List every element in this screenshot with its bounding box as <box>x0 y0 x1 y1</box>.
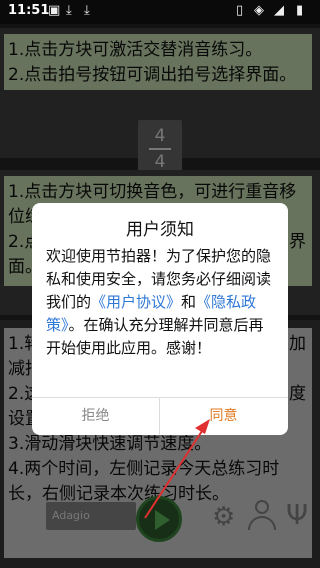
dialog-body-and: 和 <box>181 293 197 311</box>
user-agreement-link[interactable]: 《用户协议》 <box>91 293 181 311</box>
status-time: 11:51 <box>8 3 50 18</box>
dialog-body: 欢迎使用节拍器！为了保护您的隐私和使用安全，请您务必仔细阅读我们的《用户协议》和… <box>46 245 276 360</box>
app-screen: 11:51 ▣ ⤓ ⤓ ▯ ◈ ◢ ▮ 1.点击方块可激活交替消音练习。 2.点… <box>0 0 320 568</box>
battery-icon: ▮ <box>296 3 304 18</box>
signal-icon: ◢ <box>274 3 284 18</box>
user-notice-dialog: 用户须知 欢迎使用节拍器！为了保护您的隐私和使用安全，请您务必仔细阅读我们的《用… <box>32 203 288 435</box>
image-icon: ▣ <box>48 3 61 18</box>
status-bar: 11:51 ▣ ⤓ ⤓ ▯ ◈ ◢ ▮ <box>0 0 320 24</box>
dialog-title: 用户须知 <box>126 220 194 240</box>
wifi-icon: ◈ <box>254 3 264 18</box>
sim-icon: ▯ <box>236 3 244 18</box>
dialog-body-text-2: 。在确认充分理解并同意后再开始使用此应用。感谢！ <box>46 316 264 357</box>
download-icon: ⤓ <box>66 3 72 18</box>
download-icon: ⤓ <box>84 3 90 18</box>
agree-button[interactable]: 同意 <box>160 398 287 435</box>
reject-button[interactable]: 拒绝 <box>32 398 159 435</box>
